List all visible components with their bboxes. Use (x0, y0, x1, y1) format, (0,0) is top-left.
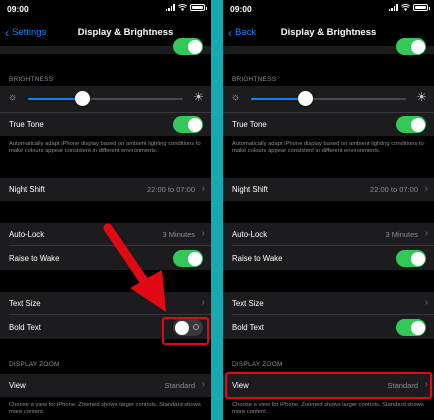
battery-icon (190, 4, 207, 11)
true-tone-row[interactable]: True Tone (223, 112, 434, 135)
auto-lock-value: 3 Minutes (385, 230, 418, 239)
bold-text-highlight (162, 317, 209, 345)
auto-lock-label: Auto-Lock (232, 230, 268, 239)
true-tone-toggle[interactable] (173, 116, 203, 133)
brightness-slider[interactable]: ☼ ☀ (0, 88, 211, 110)
sun-small-icon: ☼ (231, 92, 241, 103)
left-screenshot: 09:00 ‹ Settings Display & Brightness BRI… (0, 0, 211, 420)
brightness-section-label: BRIGHTNESS (232, 76, 277, 83)
appearance-toggle-partial[interactable] (173, 38, 203, 55)
night-shift-label: Night Shift (232, 185, 268, 194)
night-shift-group: Night Shift 22:00 to 07:00 › (0, 178, 211, 201)
slider-thumb[interactable] (297, 91, 313, 106)
text-size-label: Text Size (9, 299, 41, 308)
sun-large-icon: ☀ (193, 90, 204, 104)
raise-to-wake-toggle[interactable] (173, 250, 203, 267)
signal-icon (388, 4, 398, 11)
night-shift-group: Night Shift 22:00 to 07:00 › (223, 178, 434, 201)
raise-to-wake-toggle[interactable] (396, 250, 426, 267)
display-zoom-label: DISPLAY ZOOM (9, 361, 60, 368)
panel-divider (211, 0, 223, 420)
night-shift-label: Night Shift (9, 185, 45, 194)
brightness-group: ☼ ☀ True Tone (0, 86, 211, 136)
sun-small-icon: ☼ (8, 92, 18, 103)
auto-lock-label: Auto-Lock (9, 230, 45, 239)
status-time: 09:00 (230, 4, 252, 14)
text-group: Text Size › Bold Text (223, 292, 434, 339)
chevron-left-icon: ‹ (5, 25, 9, 40)
page-title: Display & Brightness (77, 27, 174, 38)
view-row[interactable]: View Standard › (0, 374, 211, 397)
chevron-right-icon: › (424, 228, 428, 239)
status-icons (388, 4, 430, 11)
bold-text-label: Bold Text (232, 323, 264, 332)
chevron-right-icon: › (424, 183, 428, 194)
night-shift-value: 22:00 to 07:00 (147, 185, 195, 194)
chevron-right-icon: › (201, 379, 205, 390)
signal-icon (165, 4, 175, 11)
view-note: Choose a view for iPhone. Zoomed shows l… (232, 402, 424, 415)
brightness-group: ☼ ☀ True Tone (223, 86, 434, 136)
right-screenshot: 09:00 ‹ Back Display & Brightness BRIGHTN… (223, 0, 434, 420)
view-label: View (9, 381, 26, 390)
bold-text-toggle[interactable] (396, 319, 426, 336)
brightness-slider[interactable]: ☼ ☀ (223, 88, 434, 110)
wifi-icon (178, 4, 187, 11)
wifi-icon (401, 4, 410, 11)
night-shift-row[interactable]: Night Shift 22:00 to 07:00 › (223, 178, 434, 201)
appearance-toggle-partial[interactable] (396, 38, 426, 55)
raise-to-wake-row[interactable]: Raise to Wake (223, 247, 434, 270)
chevron-right-icon: › (424, 297, 428, 308)
text-size-label: Text Size (232, 299, 264, 308)
raise-to-wake-label: Raise to Wake (9, 254, 60, 263)
true-tone-label: True Tone (9, 120, 44, 129)
true-tone-note: Automatically adapt iPhone display based… (9, 141, 201, 154)
true-tone-note: Automatically adapt iPhone display based… (232, 141, 424, 154)
bold-text-row[interactable]: Bold Text (223, 316, 434, 339)
view-row-highlight (225, 372, 432, 399)
status-icons (165, 4, 207, 11)
page-title: Display & Brightness (280, 27, 377, 38)
view-group: View Standard › (0, 374, 211, 397)
true-tone-label: True Tone (232, 120, 267, 129)
chevron-right-icon: › (201, 228, 205, 239)
battery-icon (413, 4, 430, 11)
slider-track (28, 98, 183, 100)
night-shift-value: 22:00 to 07:00 (370, 185, 418, 194)
lock-group: Auto-Lock 3 Minutes › Raise to Wake (223, 223, 434, 270)
view-note: Choose a view for iPhone. Zoomed shows l… (9, 402, 201, 415)
chevron-right-icon: › (201, 183, 205, 194)
status-time: 09:00 (7, 4, 29, 14)
red-arrow-icon (103, 223, 166, 312)
brightness-section-label: BRIGHTNESS (9, 76, 54, 83)
true-tone-row[interactable]: True Tone (0, 112, 211, 135)
slider-thumb[interactable] (74, 91, 90, 106)
true-tone-toggle[interactable] (396, 116, 426, 133)
display-zoom-label: DISPLAY ZOOM (232, 361, 283, 368)
raise-to-wake-label: Raise to Wake (232, 254, 283, 263)
text-size-row[interactable]: Text Size › (223, 292, 434, 315)
view-value: Standard (164, 381, 195, 390)
status-bar: 09:00 (0, 0, 211, 18)
status-bar: 09:00 (223, 0, 434, 18)
sun-large-icon: ☀ (416, 90, 427, 104)
slider-track (251, 98, 406, 100)
auto-lock-row[interactable]: Auto-Lock 3 Minutes › (223, 223, 434, 246)
night-shift-row[interactable]: Night Shift 22:00 to 07:00 › (0, 178, 211, 201)
chevron-right-icon: › (201, 297, 205, 308)
bold-text-label: Bold Text (9, 323, 41, 332)
